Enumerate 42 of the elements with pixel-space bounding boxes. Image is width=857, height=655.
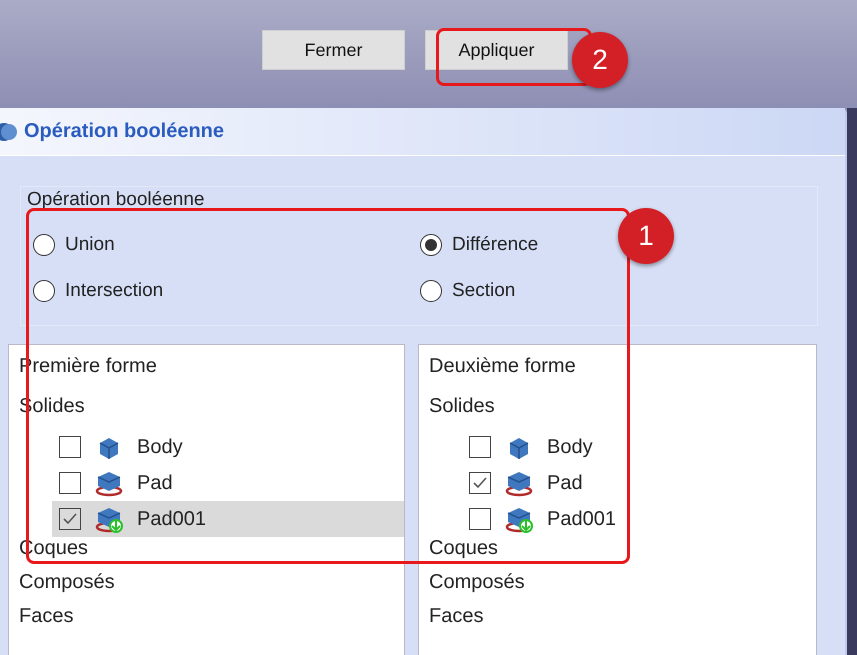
new-pad-icon <box>505 505 533 533</box>
dialog-button[interactable]: Fermer <box>262 30 405 70</box>
tree-item[interactable]: Body <box>52 429 404 465</box>
radio-button[interactable] <box>33 280 55 302</box>
radio-label: Différence <box>452 234 538 256</box>
tree-item[interactable]: Pad001 <box>462 501 816 537</box>
item-label: Body <box>137 436 183 458</box>
new-pad-icon <box>95 505 123 533</box>
checkbox[interactable] <box>469 472 491 494</box>
list-title: Deuxième forme <box>428 355 577 379</box>
tree-category[interactable]: Faces <box>419 605 816 639</box>
checkbox[interactable] <box>469 436 491 458</box>
tree-category[interactable]: Solides <box>419 395 816 429</box>
step-marker: 2 <box>572 32 628 88</box>
tree-category[interactable]: Composés <box>9 571 404 605</box>
checkbox[interactable] <box>59 508 81 530</box>
dialog-button[interactable]: Appliquer <box>425 30 568 70</box>
radio-label: Union <box>65 234 115 256</box>
pad-icon <box>95 469 123 497</box>
tree-category[interactable]: Faces <box>9 605 404 639</box>
tree-category[interactable]: Composés <box>419 571 816 605</box>
item-label: Pad001 <box>137 508 206 530</box>
radio-label: Intersection <box>65 280 164 302</box>
radio-button[interactable] <box>420 280 442 302</box>
radio-button[interactable] <box>420 234 442 256</box>
checkbox[interactable] <box>59 436 81 458</box>
panel-title: Opération booléenne <box>24 120 224 143</box>
radio-label: Section <box>452 280 516 302</box>
tree-item[interactable]: Pad <box>52 465 404 501</box>
item-label: Pad001 <box>547 508 616 530</box>
checkbox[interactable] <box>469 508 491 530</box>
item-label: Body <box>547 436 593 458</box>
item-label: Pad <box>137 472 173 494</box>
checkbox[interactable] <box>59 472 81 494</box>
tree-item[interactable]: Body <box>462 429 816 465</box>
pad-icon <box>505 469 533 497</box>
group-label: Opération booléenne <box>27 189 204 210</box>
item-label: Pad <box>547 472 583 494</box>
radio-button[interactable] <box>33 234 55 256</box>
tree-category[interactable]: Coques <box>419 537 816 571</box>
tree-item[interactable]: Pad <box>462 465 816 501</box>
tree-item[interactable]: Pad001 <box>52 501 404 537</box>
